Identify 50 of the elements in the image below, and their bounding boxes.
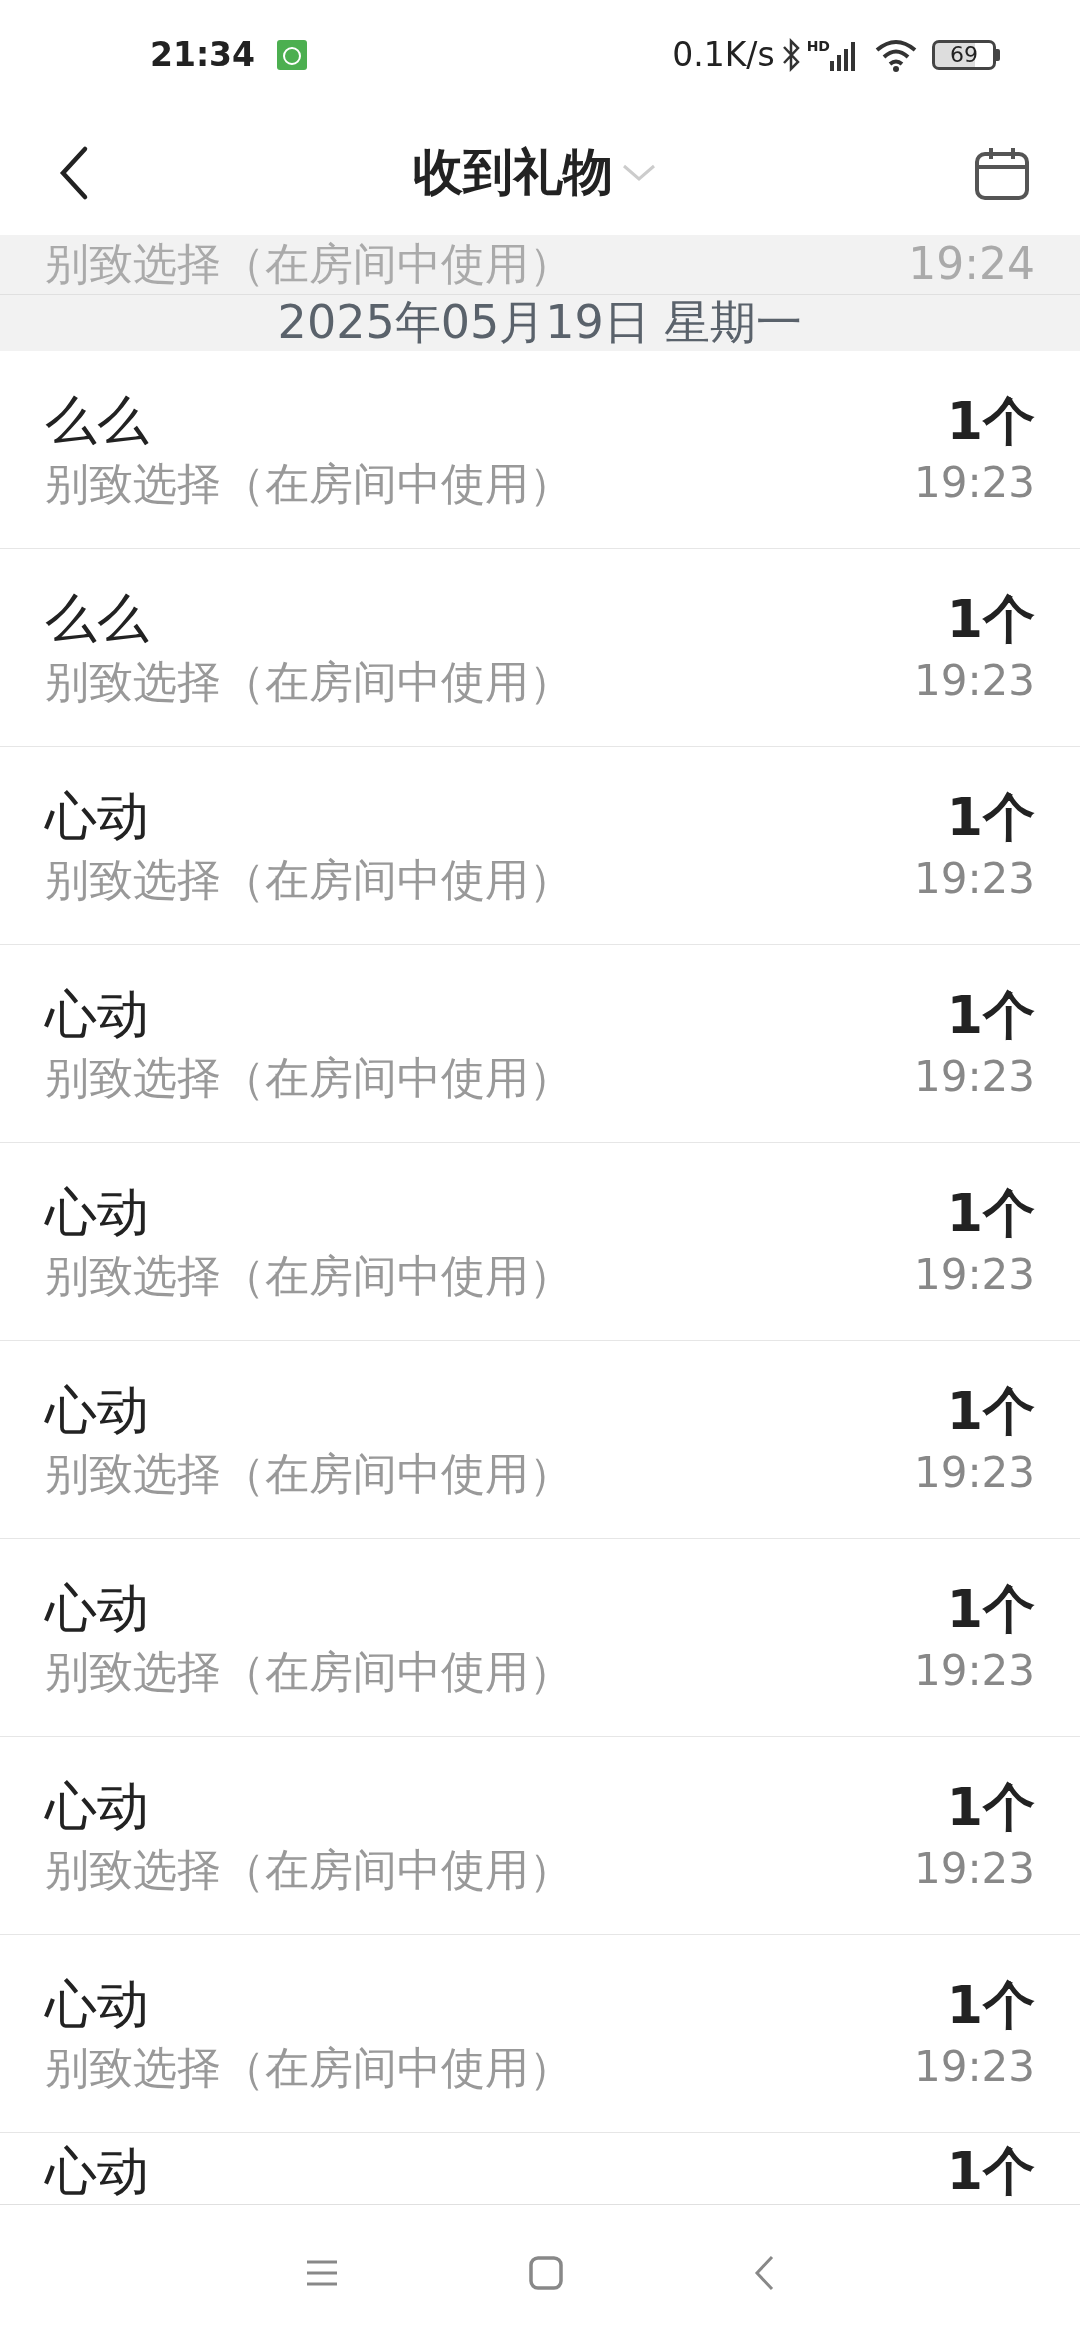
gift-sender: 心动	[45, 1181, 150, 1245]
gift-sender: 么么	[45, 587, 150, 651]
gift-count: 1个	[946, 1182, 1035, 1246]
gift-count: 1个	[946, 588, 1035, 652]
gift-time: 19:23	[913, 1051, 1035, 1103]
gift-description: 别致选择（在房间中使用）	[45, 240, 573, 289]
gift-description: 别致选择（在房间中使用）	[45, 1050, 573, 1105]
gift-count: 1个	[946, 1974, 1035, 2038]
gift-count: 1个	[946, 1380, 1035, 1444]
gift-sender: 心动	[45, 1577, 150, 1641]
gift-count: 1个	[946, 1578, 1035, 1642]
gift-sender: 心动	[45, 1775, 150, 1839]
gift-sender: 心动	[45, 1379, 150, 1443]
gift-time: 19:23	[913, 1249, 1035, 1301]
gift-count: 1个	[946, 2142, 1035, 2201]
bluetooth-icon	[780, 38, 801, 72]
gift-time: 19:23	[913, 1447, 1035, 1499]
gift-description: 别致选择（在房间中使用）	[45, 1644, 573, 1699]
gift-time: 19:23	[913, 655, 1035, 707]
gift-count: 1个	[946, 1776, 1035, 1840]
gift-description: 别致选择（在房间中使用）	[45, 1842, 573, 1897]
gift-time: 19:23	[913, 1645, 1035, 1697]
gift-time: 19:23	[913, 457, 1035, 509]
app-icon	[277, 40, 308, 70]
gift-count: 1个	[946, 984, 1035, 1048]
gift-count: 1个	[946, 390, 1035, 454]
network-speed: 0.1K/s	[672, 34, 775, 77]
gift-time: 19:23	[913, 1843, 1035, 1895]
gift-description: 别致选择（在房间中使用）	[45, 654, 573, 709]
wifi-icon	[874, 38, 918, 72]
gift-description: 别致选择（在房间中使用）	[45, 2040, 573, 2095]
gift-sender: 心动	[45, 2142, 149, 2201]
gift-description: 别致选择（在房间中使用）	[45, 1248, 573, 1303]
battery-level: 69	[950, 44, 978, 66]
page-title[interactable]: 收到礼物	[412, 135, 613, 210]
gift-description: 别致选择（在房间中使用）	[45, 852, 573, 907]
status-time: 21:34	[150, 34, 256, 77]
signal-label: HD	[806, 39, 830, 53]
gift-count: 1个	[946, 786, 1035, 850]
gift-sender: 心动	[45, 1973, 150, 2037]
gift-description: 别致选择（在房间中使用）	[45, 1446, 573, 1501]
gift-time: 19:23	[913, 853, 1035, 905]
gift-time: 19:23	[913, 2041, 1035, 2093]
gift-sender: 么么	[45, 389, 150, 453]
gift-time: 19:24	[908, 240, 1035, 289]
gift-sender: 心动	[45, 785, 150, 849]
home-icon[interactable]	[529, 2255, 563, 2290]
date-header: 2025年05月19日 星期一	[277, 295, 803, 349]
gift-sender: 心动	[45, 983, 150, 1047]
gift-description: 别致选择（在房间中使用）	[45, 456, 573, 511]
